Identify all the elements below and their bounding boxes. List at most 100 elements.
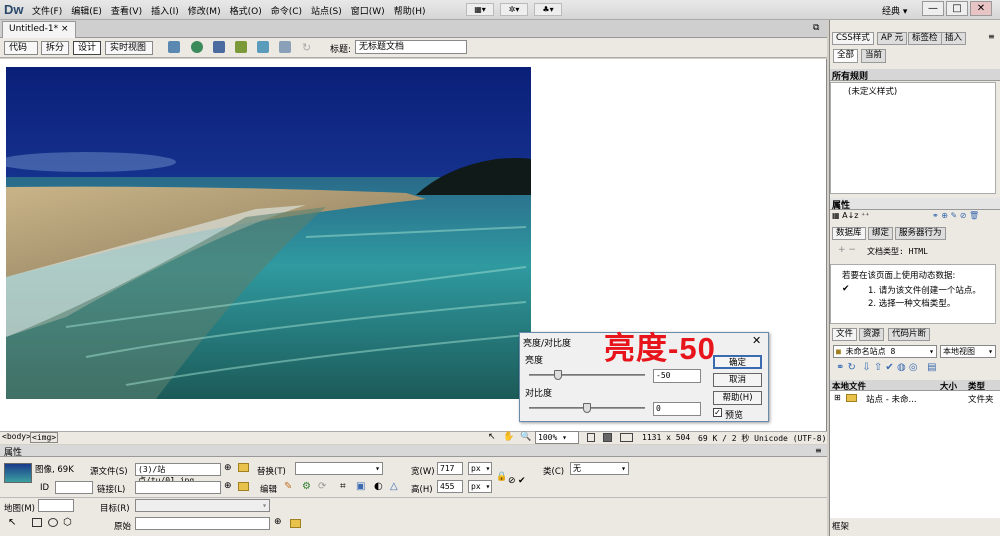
width-unit-select[interactable]: px ▾ (468, 462, 492, 475)
attr-tool-icons[interactable]: ⚭ ⊕ ✎ ⊘ 🗑 (932, 211, 979, 220)
brightness-slider-thumb[interactable] (554, 370, 562, 380)
menu-window[interactable]: 窗口(W) (351, 4, 385, 18)
dynamic-step-2[interactable]: 2. 选择一种文档类型。 (868, 297, 955, 309)
reset-size-icon[interactable]: ⊘ (508, 476, 516, 486)
frames-footer[interactable]: 框架 (832, 520, 849, 532)
close-window-button[interactable]: ✕ (970, 1, 992, 16)
point-original-icon[interactable]: ⊕ (274, 517, 282, 527)
class-select[interactable]: 无 ▾ (570, 462, 629, 475)
maximize-button[interactable]: □ (946, 1, 968, 16)
files-toolbar-icons[interactable]: ⚭ ↻ ⇩ ⇧ ✔ ◍ ◎ ▤ (836, 362, 937, 373)
update-icon[interactable]: ⟳ (318, 481, 326, 492)
point-to-link-icon[interactable]: ⊕ (224, 481, 232, 491)
menu-commands[interactable]: 命令(C) (271, 4, 302, 18)
target-select[interactable]: ▾ (135, 499, 270, 512)
alt-select[interactable]: ▾ (295, 462, 383, 475)
point-to-file-icon[interactable]: ⊕ (224, 463, 232, 473)
height-input[interactable]: 455 (437, 480, 463, 493)
original-input[interactable] (135, 517, 270, 530)
src-input[interactable]: (3)/站点/tu/01.jpg (135, 463, 221, 485)
multiscreen-icon[interactable] (168, 41, 180, 53)
site-select[interactable]: ■ 未命名站点 8 ▾ (833, 345, 937, 358)
desktop-size-icon[interactable] (620, 433, 633, 442)
refresh-icon[interactable]: ↻ (302, 41, 311, 54)
menu-format[interactable]: 格式(O) (230, 4, 262, 18)
rect-hotspot-icon[interactable] (32, 518, 42, 527)
extend-icon[interactable]: ✲▾ (500, 3, 528, 16)
minimize-button[interactable]: — (922, 1, 944, 16)
cancel-button[interactable]: 取消 (713, 373, 762, 387)
brightness-contrast-icon[interactable]: ◐ (374, 481, 383, 492)
tab-files[interactable]: 文件 (832, 328, 858, 341)
browse-original-icon[interactable] (290, 519, 301, 528)
tab-snippets[interactable]: 代码片断 (888, 328, 931, 341)
expand-icon[interactable]: ⊞ (834, 393, 841, 402)
crop-icon[interactable]: ⌗ (340, 481, 346, 492)
tab-assets[interactable]: 资源 (859, 328, 885, 341)
zoom-select[interactable]: 100% ▾ (535, 431, 579, 444)
check-browser-icon[interactable] (279, 41, 291, 53)
menu-view[interactable]: 查看(V) (111, 4, 142, 18)
browse-link-folder-icon[interactable] (238, 482, 249, 491)
properties-header[interactable]: 属性 (0, 445, 827, 458)
contrast-input[interactable]: 0 (653, 402, 701, 416)
menu-site[interactable]: 站点(S) (311, 4, 342, 18)
css-current-button[interactable]: 当前 (861, 49, 887, 63)
document-tab[interactable]: Untitled-1* × (2, 21, 76, 38)
map-input[interactable] (38, 499, 74, 512)
resample-icon[interactable]: ▣ (356, 481, 365, 492)
polygon-hotspot-icon[interactable]: ⬡ (63, 517, 72, 528)
width-input[interactable]: 717 (437, 462, 463, 475)
pointer-hotspot-icon[interactable]: ↖ (8, 517, 16, 528)
browser-preview-icon[interactable] (191, 41, 203, 53)
workspace-switcher[interactable]: 经典 ▾ (882, 4, 907, 17)
tab-insert[interactable]: 插入 (941, 32, 967, 45)
tablet-size-icon[interactable] (603, 433, 612, 442)
optimize-icon[interactable]: ⚙ (302, 481, 311, 492)
menu-file[interactable]: 文件(F) (32, 4, 62, 18)
browse-folder-icon[interactable] (238, 463, 249, 472)
design-view-button[interactable]: 设计 (73, 41, 101, 55)
close-tab-icon[interactable]: × (61, 24, 69, 34)
lock-icon[interactable]: 🔒 (496, 472, 507, 482)
commit-size-icon[interactable]: ✔ (518, 476, 526, 486)
view-select[interactable]: 本地视图 ▾ (940, 345, 996, 358)
tag-img[interactable]: <img> (30, 432, 59, 443)
brightness-track[interactable] (529, 374, 645, 376)
restore-doc-icon[interactable]: ⧉ (813, 23, 819, 33)
code-view-button[interactable]: 代码 (4, 41, 38, 55)
split-view-button[interactable]: 拆分 (41, 41, 69, 55)
dynamic-step-1[interactable]: 1. 请为该文件创建一个站点。 (868, 284, 981, 296)
site-icon[interactable]: ♣▾ (534, 3, 562, 16)
tab-css-styles[interactable]: CSS样式 (832, 32, 874, 45)
zoom-tool-icon[interactable]: 🔍 (520, 432, 531, 442)
id-input[interactable] (55, 481, 93, 494)
help-button[interactable]: 帮助(H) (713, 391, 762, 405)
window-size[interactable]: 1131 x 504 (642, 433, 690, 442)
site-row[interactable]: 站点 - 未命... (866, 393, 917, 405)
rule-item[interactable]: (未定义样式) (848, 85, 897, 97)
link-input[interactable] (135, 481, 221, 494)
ok-button[interactable]: 确定 (713, 355, 762, 369)
file-management-icon[interactable] (213, 41, 225, 53)
css-all-button[interactable]: 全部 (833, 49, 859, 63)
tag-body[interactable]: <body> (2, 432, 31, 441)
menu-help[interactable]: 帮助(H) (394, 4, 426, 18)
brightness-input[interactable]: -50 (653, 369, 701, 383)
validate-icon[interactable] (257, 41, 269, 53)
select-tool-icon[interactable]: ↖ (488, 432, 496, 442)
css-panel-menu-icon[interactable]: ≡ (988, 32, 995, 41)
menu-edit[interactable]: 编辑(E) (71, 4, 102, 18)
edit-pencil-icon[interactable]: ✎ (284, 481, 292, 492)
tab-databases[interactable]: 数据库 (832, 227, 866, 240)
contrast-slider-thumb[interactable] (583, 403, 591, 413)
menu-modify[interactable]: 修改(M) (188, 4, 221, 18)
page-title-input[interactable]: 无标题文档 (355, 40, 467, 54)
tab-bindings[interactable]: 绑定 (868, 227, 894, 240)
panel-menu-icon[interactable]: ≡ (815, 446, 822, 455)
tab-tag-inspector[interactable]: 标签检 (908, 32, 942, 45)
tab-ap-elements[interactable]: AP 元 (877, 32, 908, 45)
height-unit-select[interactable]: px ▾ (468, 480, 492, 493)
hand-tool-icon[interactable]: ✋ (503, 432, 514, 442)
sharpen-icon[interactable]: △ (390, 481, 398, 492)
